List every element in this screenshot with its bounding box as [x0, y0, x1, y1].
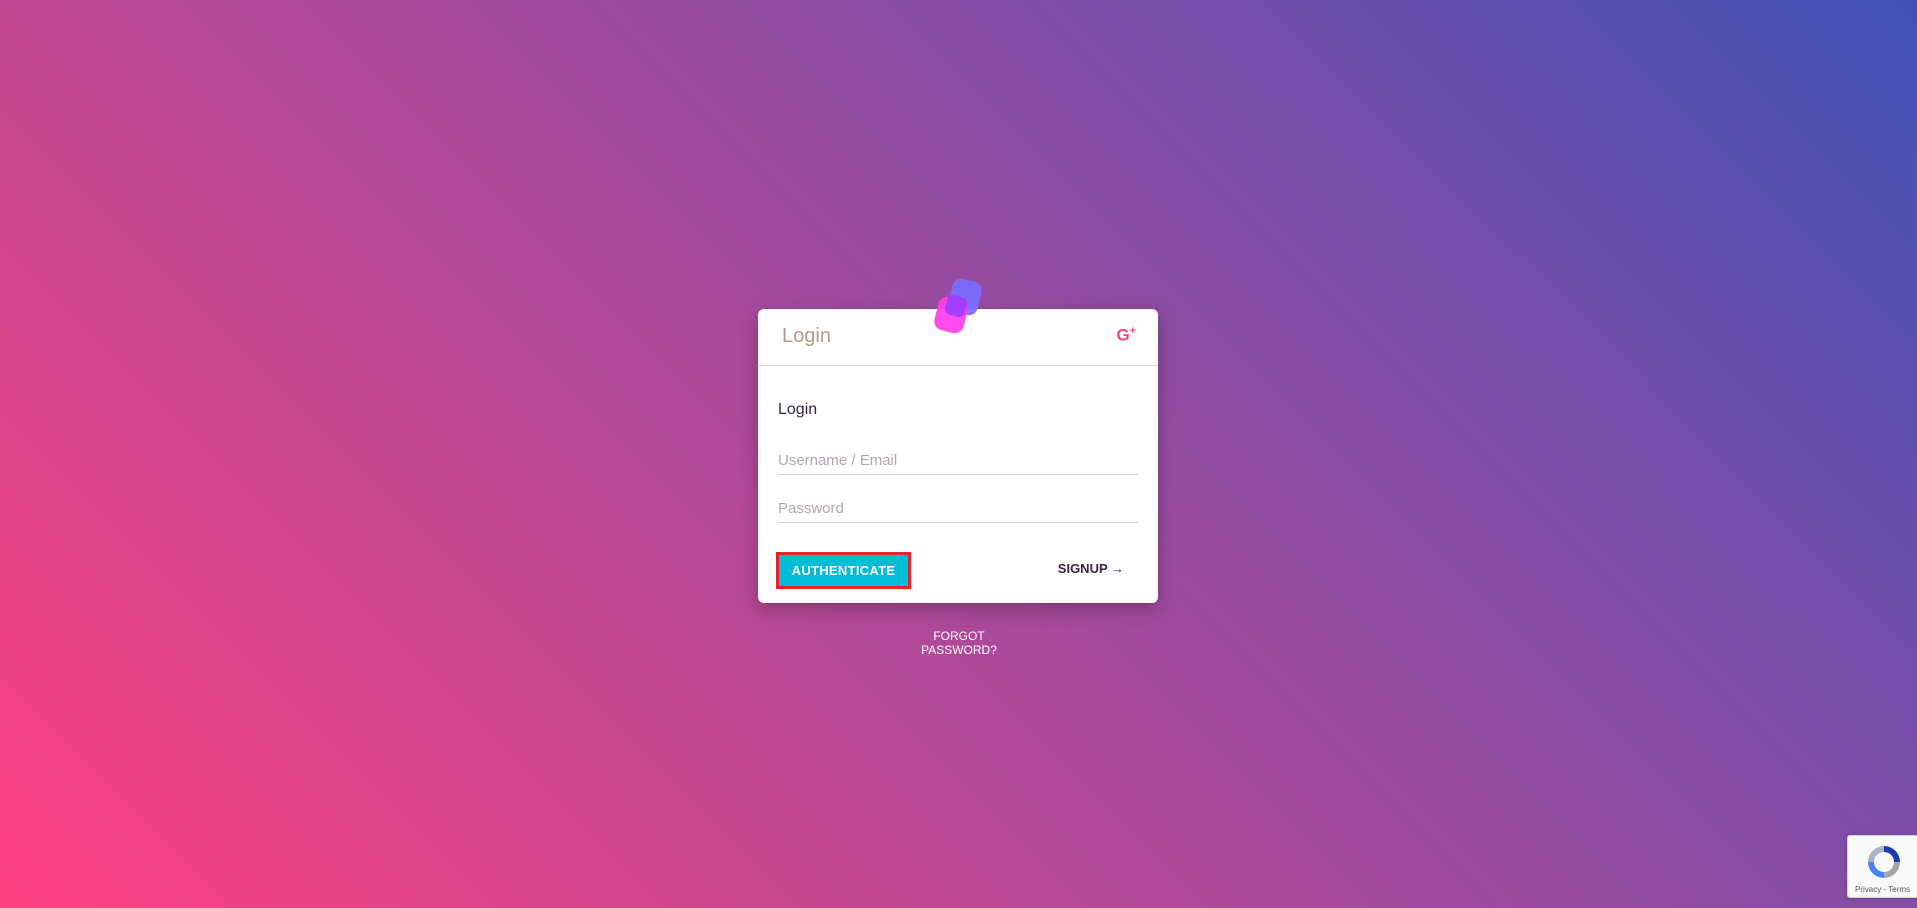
- google-plus-letter: G: [1116, 325, 1130, 345]
- signup-button[interactable]: SIGNUP →: [1058, 561, 1124, 576]
- recaptcha-icon: [1868, 846, 1900, 878]
- password-input[interactable]: [778, 494, 1138, 523]
- authenticate-button[interactable]: AUTHENTICATE: [776, 552, 911, 589]
- login-card: Login G+ Login AUTHENTICATE SIGNUP →: [758, 309, 1158, 603]
- username-input[interactable]: [778, 446, 1138, 475]
- form-section-label: Login: [778, 401, 818, 418]
- recaptcha-badge[interactable]: Privacy - Terms: [1847, 835, 1917, 898]
- recaptcha-links[interactable]: Privacy - Terms: [1848, 885, 1917, 894]
- forgot-password-link[interactable]: FORGOT PASSWORD?: [895, 629, 1023, 657]
- card-title: Login: [782, 325, 831, 347]
- app-logo-icon: [934, 278, 982, 334]
- google-plus-icon[interactable]: G+: [1116, 325, 1136, 346]
- google-plus-sign: +: [1129, 325, 1136, 337]
